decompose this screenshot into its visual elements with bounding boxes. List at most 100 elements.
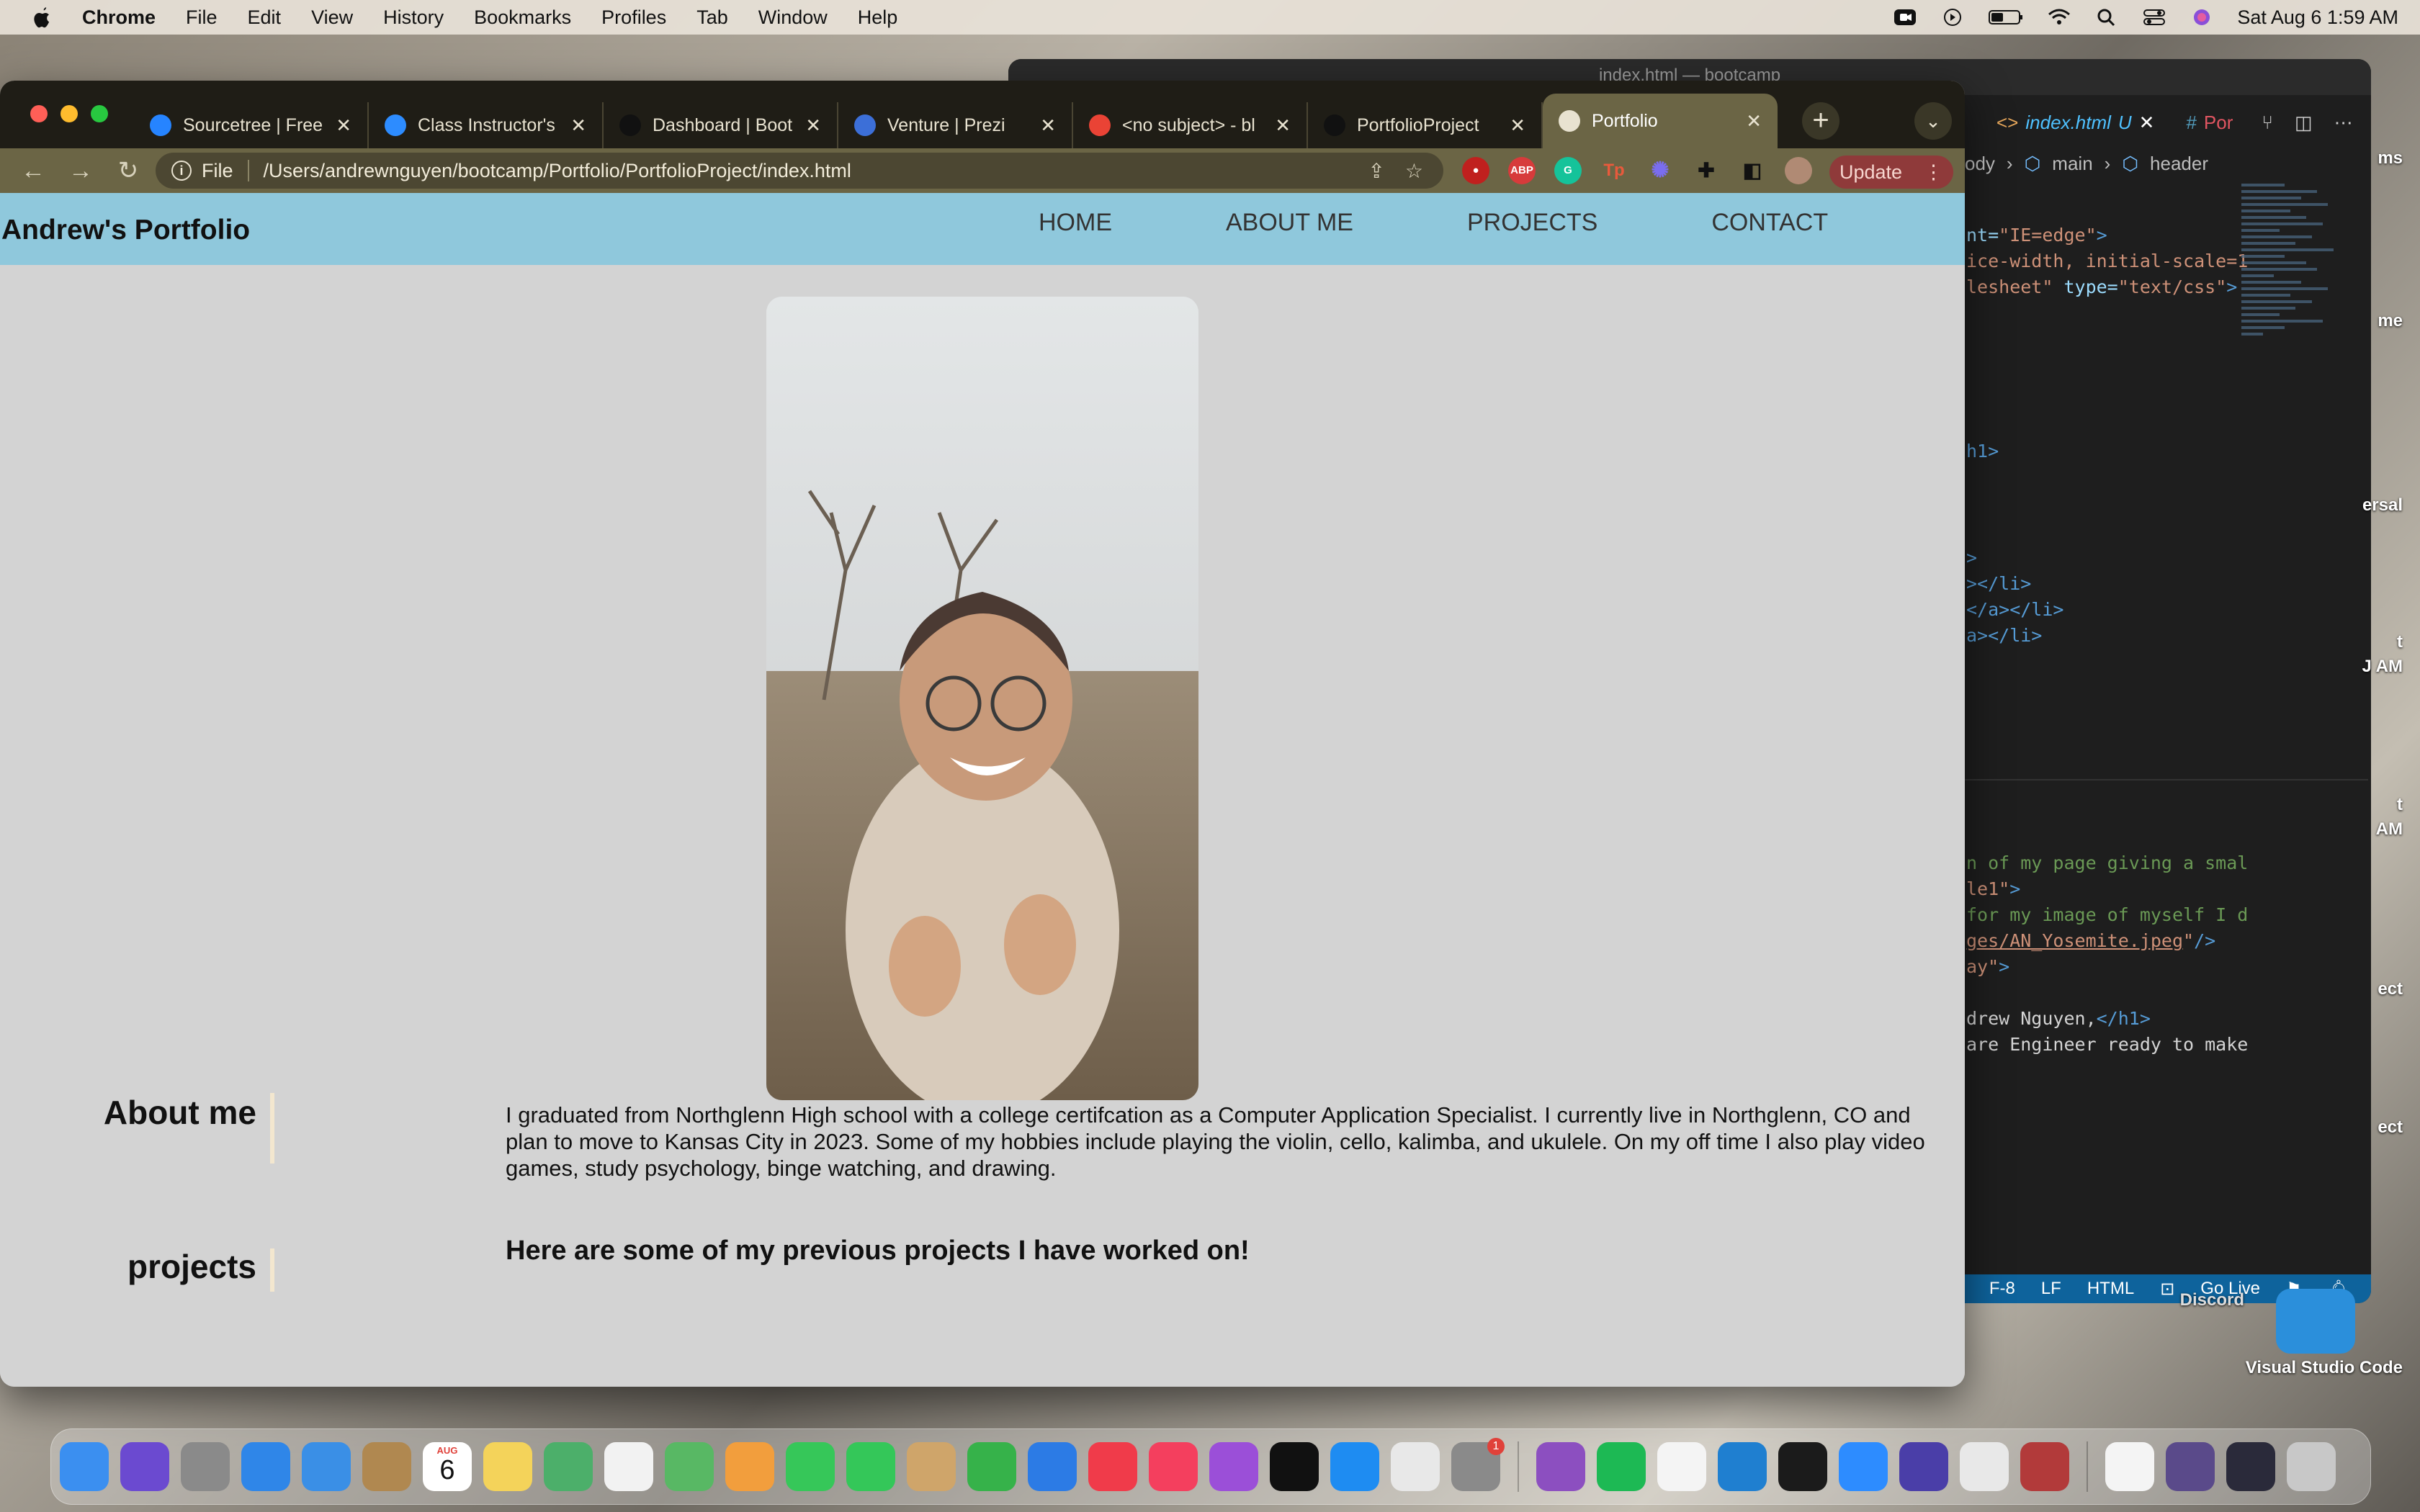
preview-icon[interactable] xyxy=(907,1442,956,1491)
breadcrumb-item[interactable]: header xyxy=(2150,153,2208,175)
side-panel-icon[interactable]: ◧ xyxy=(1739,157,1766,184)
apple-tv-icon[interactable] xyxy=(1270,1442,1319,1491)
menu-app-name[interactable]: Chrome xyxy=(82,6,156,29)
menu-edit[interactable]: Edit xyxy=(248,6,282,29)
desktop-label[interactable]: t xyxy=(2397,795,2403,815)
menu-tab[interactable]: Tab xyxy=(696,6,728,29)
calendar-icon[interactable]: AUG 6 xyxy=(423,1442,472,1491)
browser-tab[interactable]: Class Instructor's ✕ xyxy=(369,102,604,148)
desktop-label[interactable]: t xyxy=(2397,632,2403,652)
tab-search-button[interactable]: ⌄ xyxy=(1914,102,1952,140)
close-tab-icon[interactable]: ✕ xyxy=(1040,114,1056,137)
browser-tab[interactable]: Portfolio ✕ xyxy=(1543,94,1778,148)
desktop-label[interactable]: AM xyxy=(2376,819,2403,840)
browser-tab[interactable]: <no subject> - bl ✕ xyxy=(1073,102,1308,148)
slack-icon[interactable] xyxy=(1657,1442,1706,1491)
facetime-icon[interactable] xyxy=(846,1442,895,1491)
menu-view[interactable]: View xyxy=(311,6,353,29)
code-line[interactable]: ges/AN_Yosemite.jpeg"/> xyxy=(1966,930,2215,951)
broadcast-icon[interactable]: ⊡ xyxy=(2160,1279,2174,1300)
code-line[interactable]: ></li> xyxy=(1966,573,2031,594)
contacts-icon[interactable] xyxy=(362,1442,411,1491)
new-tab-button[interactable]: + xyxy=(1802,102,1839,140)
status-eol[interactable]: LF xyxy=(2041,1279,2061,1299)
atom-icon[interactable] xyxy=(544,1442,593,1491)
sparkle-extension-icon[interactable]: ✺ xyxy=(1646,157,1674,184)
code-line[interactable]: nt="IE=edge"> xyxy=(1966,225,2107,246)
close-tab-icon[interactable]: ✕ xyxy=(570,114,586,137)
spotlight-search-icon[interactable] xyxy=(2094,8,2119,27)
back-arrow-icon[interactable]: ← xyxy=(19,157,48,185)
desktop-label[interactable]: ect xyxy=(2378,979,2403,999)
more-menu-icon[interactable]: ⋮ xyxy=(1924,161,1943,184)
puzzle-extensions-icon[interactable]: ✚ xyxy=(1693,157,1720,184)
forward-arrow-icon[interactable]: → xyxy=(66,157,95,185)
source-control-icon[interactable]: ⑂ xyxy=(2262,112,2273,134)
minimize-window-icon[interactable] xyxy=(60,105,78,122)
close-tab-icon[interactable]: ✕ xyxy=(336,114,351,137)
status-language[interactable]: HTML xyxy=(2087,1279,2134,1299)
siri-icon[interactable] xyxy=(2190,8,2214,27)
desktop-label[interactable]: ect xyxy=(2378,1117,2403,1138)
vscode-desktop-icon[interactable] xyxy=(2276,1289,2355,1354)
notes-icon[interactable] xyxy=(483,1442,532,1491)
code-line[interactable]: </a></li> xyxy=(1966,599,2063,620)
grammarly-extension-icon[interactable]: G xyxy=(1554,157,1582,184)
code-line[interactable]: drew Nguyen,</h1> xyxy=(1966,1008,2151,1029)
vscode-minimap[interactable] xyxy=(2241,180,2349,641)
code-line[interactable]: ice-width, initial-scale=1 xyxy=(1966,251,2248,271)
system-preferences-icon[interactable]: 1 xyxy=(1451,1438,1505,1491)
desktop-label[interactable]: J AM xyxy=(2362,657,2403,677)
keynote-icon[interactable] xyxy=(1028,1442,1077,1491)
code-line[interactable]: are Engineer ready to make xyxy=(1966,1034,2248,1055)
spotify-icon[interactable] xyxy=(1597,1442,1646,1491)
close-tab-icon[interactable]: ✕ xyxy=(1275,114,1291,137)
update-button[interactable]: Update ⋮ xyxy=(1829,156,1953,189)
music-icon[interactable] xyxy=(1149,1442,1198,1491)
reload-icon[interactable]: ↻ xyxy=(114,156,143,185)
address-bar[interactable]: i File /Users/andrewnguyen/bootcamp/Port… xyxy=(156,153,1443,189)
image-stack-icon[interactable] xyxy=(2166,1442,2215,1491)
browser-tab[interactable]: Sourcetree | Free ✕ xyxy=(134,102,369,148)
browser-tab[interactable]: Venture | Prezi ✕ xyxy=(838,102,1073,148)
battery-icon[interactable] xyxy=(1988,8,2024,27)
profile-avatar[interactable] xyxy=(1785,157,1812,184)
safari-icon[interactable] xyxy=(241,1442,290,1491)
browser-tab[interactable]: PortfolioProject ✕ xyxy=(1308,102,1543,148)
bookmark-star-icon[interactable]: ☆ xyxy=(1405,159,1423,183)
menu-bar-clock[interactable]: Sat Aug 6 1:59 AM xyxy=(2237,6,2398,29)
control-center-icon[interactable] xyxy=(2142,8,2166,27)
vscode-icon[interactable] xyxy=(1718,1442,1767,1491)
desktop-label[interactable]: me xyxy=(2378,311,2403,331)
wifi-icon[interactable] xyxy=(2047,8,2071,27)
menu-file[interactable]: File xyxy=(186,6,218,29)
close-tab-icon[interactable]: ✕ xyxy=(1510,114,1525,137)
apple-menu-icon[interactable] xyxy=(32,6,53,29)
document-icon[interactable] xyxy=(2105,1442,2154,1491)
reminders-icon[interactable] xyxy=(604,1442,653,1491)
siri-icon[interactable] xyxy=(120,1442,169,1491)
nav-home-link[interactable]: HOME xyxy=(1039,209,1112,237)
info-icon[interactable]: i xyxy=(171,161,192,181)
chrome-alt-icon[interactable] xyxy=(1960,1442,2009,1491)
screen-record-icon[interactable] xyxy=(1893,8,1917,27)
code-line[interactable]: ay"> xyxy=(1966,956,2009,977)
menu-history[interactable]: History xyxy=(383,6,444,29)
launchpad-icon[interactable] xyxy=(181,1442,230,1491)
close-window-icon[interactable] xyxy=(30,105,48,122)
potion-app-icon[interactable] xyxy=(1536,1442,1585,1491)
status-encoding[interactable]: F-8 xyxy=(1989,1279,2015,1299)
address-url[interactable]: /Users/andrewnguyen/bootcamp/Portfolio/P… xyxy=(264,160,1368,182)
desktop-label[interactable]: ersal xyxy=(2362,495,2403,516)
split-editor-icon[interactable]: ◫ xyxy=(2295,112,2313,134)
breadcrumb-item[interactable]: ody xyxy=(1965,153,1995,175)
code-line[interactable]: le1"> xyxy=(1966,878,2020,899)
menu-bookmarks[interactable]: Bookmarks xyxy=(474,6,571,29)
code-line[interactable]: a></li> xyxy=(1966,625,2042,646)
podcasts-icon[interactable] xyxy=(1209,1442,1258,1491)
nav-about-link[interactable]: ABOUT ME xyxy=(1226,209,1353,237)
maps-icon[interactable] xyxy=(665,1442,714,1491)
code-line[interactable]: h1> xyxy=(1966,441,1999,462)
nav-contact-link[interactable]: CONTACT xyxy=(1711,209,1828,237)
messages-icon[interactable] xyxy=(786,1442,835,1491)
